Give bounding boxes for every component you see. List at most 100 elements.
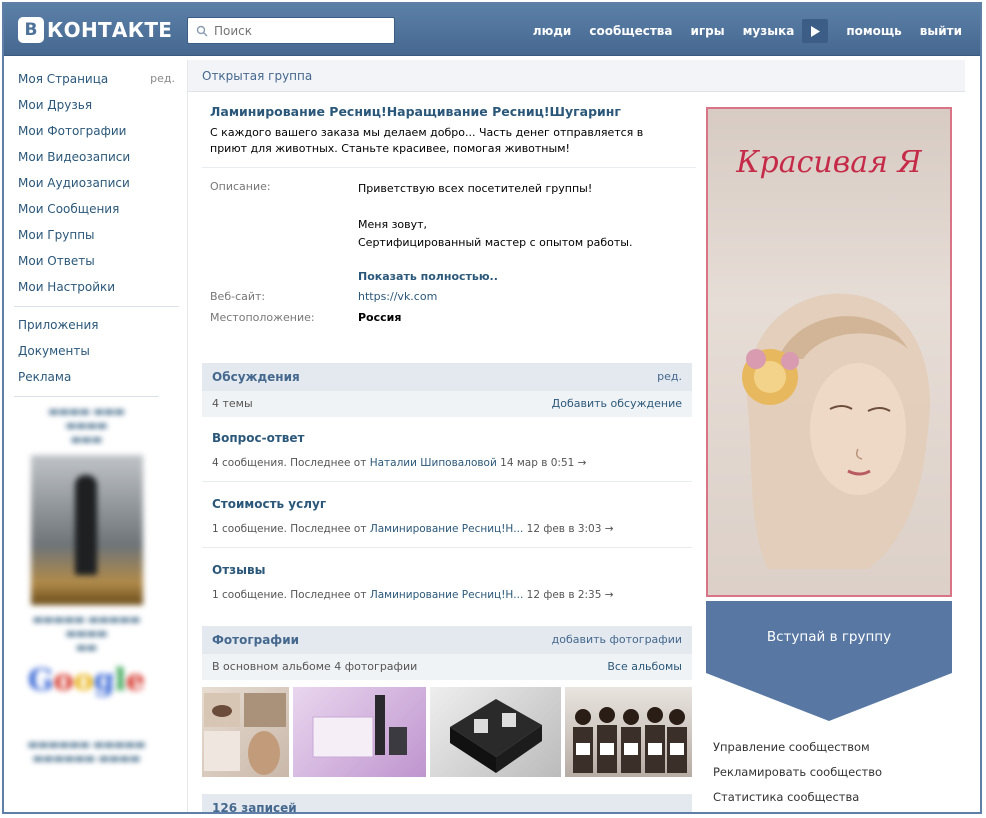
promote-community-link[interactable]: Рекламировать сообщество — [713, 765, 953, 779]
photos-title[interactable]: Фотографии — [212, 633, 299, 647]
topic-author-link[interactable]: Ламинирование Ресниц!Н... — [370, 523, 523, 535]
ad-title-blurred[interactable]: ▬▬▬▬ ▬▬▬ ▬▬▬▬ ▬▬▬ — [14, 405, 159, 447]
website-row: Веб-сайт: https://vk.com — [210, 290, 696, 303]
topic-item[interactable]: Отзывы 1 сообщение. Последнее от Ламинир… — [212, 563, 692, 601]
sidebar-item-apps[interactable]: Приложения — [14, 312, 179, 338]
discussions-count: 4 темы — [212, 397, 253, 410]
top-header: В КОНТАКТЕ люди сообщества игры музыка п… — [4, 4, 980, 56]
topic-meta: 1 сообщение. Последнее от Ламинирование … — [212, 589, 614, 601]
main-content: Открытая группа Ламинирование Ресниц!Нар… — [187, 60, 965, 812]
join-group-button[interactable]: Вступай в группу — [706, 601, 952, 721]
sidebar-item-ads[interactable]: Реклама — [14, 364, 179, 390]
vk-logo[interactable]: В КОНТАКТЕ — [18, 17, 172, 43]
description-line: Меня зовут, — [358, 218, 428, 231]
discussions-subheader: 4 темы Добавить обсуждение — [202, 391, 692, 417]
photos-header[interactable]: Фотографии добавить фотографии — [202, 626, 692, 654]
show-more-link[interactable]: Показать полностью.. — [358, 268, 632, 286]
website-link[interactable]: https://vk.com — [358, 290, 437, 303]
topic-title[interactable]: Отзывы — [212, 563, 692, 577]
sidebar-item-answers[interactable]: Мои Ответы — [14, 248, 179, 274]
manage-community-link[interactable]: Управление сообществом — [713, 740, 953, 754]
photo-thumbnail[interactable] — [565, 687, 692, 777]
sidebar-item-videos[interactable]: Мои Видеозаписи — [14, 144, 179, 170]
avatar-illustration — [742, 293, 930, 569]
description-line: Приветствую всех посетителей группы! — [358, 182, 593, 195]
sidebar-item-documents[interactable]: Документы — [14, 338, 179, 364]
photo-thumbnail[interactable] — [293, 687, 427, 777]
search-icon — [196, 25, 208, 36]
nav-music[interactable]: музыка — [743, 24, 795, 38]
location-row: Местоположение: Россия — [210, 311, 696, 324]
photo-thumbnail[interactable] — [202, 687, 290, 777]
browser-frame: В КОНТАКТЕ люди сообщества игры музыка п… — [2, 2, 982, 814]
topic-meta: 1 сообщение. Последнее от Ламинирование … — [212, 523, 614, 535]
discussions-edit-link[interactable]: ред. — [657, 363, 682, 391]
sidebar-item-groups[interactable]: Мои Группы — [14, 222, 179, 248]
topic-item[interactable]: Вопрос-ответ 4 сообщения. Последнее от Н… — [212, 431, 692, 469]
logo-text: КОНТАКТЕ — [47, 18, 173, 42]
discussions-header[interactable]: Обсуждения ред. — [202, 363, 692, 391]
add-discussion-link[interactable]: Добавить обсуждение — [552, 391, 682, 417]
topic-title[interactable]: Стоимость услуг — [212, 497, 692, 511]
play-icon[interactable] — [802, 19, 829, 43]
ad-image-blurred[interactable] — [30, 455, 143, 605]
add-photos-link[interactable]: добавить фотографии — [552, 626, 682, 654]
search-input[interactable] — [214, 23, 384, 38]
top-nav: люди сообщества игры музыка помощь выйти — [515, 19, 980, 43]
topic-author-link[interactable]: Ламинирование Ресниц!Н... — [370, 589, 523, 601]
topic-divider — [202, 547, 692, 548]
topic-meta: 4 сообщения. Последнее от Наталии Шипова… — [212, 457, 587, 469]
logo-mark: В — [18, 17, 44, 43]
sidebar-item-friends[interactable]: Мои Друзья — [14, 92, 179, 118]
topic-title[interactable]: Вопрос-ответ — [212, 431, 692, 445]
description-row: Описание: Приветствую всех посетителей г… — [210, 180, 696, 286]
sidebar-divider — [14, 306, 179, 307]
join-button-label[interactable]: Вступай в группу — [706, 629, 952, 645]
group-status: С каждого вашего заказа мы делаем добро.… — [210, 126, 644, 155]
ad-title-blurred-3[interactable]: ▬▬▬▬▬▬ ▬▬▬▬▬ ▬▬▬▬▬▬ ▬▬▬▬ — [14, 738, 159, 766]
search-box[interactable] — [187, 17, 395, 44]
sidebar-item-photos[interactable]: Мои Фотографии — [14, 118, 179, 144]
sidebar-item-settings[interactable]: Мои Настройки — [14, 274, 179, 300]
community-stats-link[interactable]: Статистика сообщества — [713, 790, 953, 804]
info-divider — [202, 167, 696, 168]
description-line: Сертифицированный мастер с опытом работы… — [358, 236, 633, 249]
topic-item[interactable]: Стоимость услуг 1 сообщение. Последнее о… — [212, 497, 692, 535]
ad-title-blurred-2[interactable]: ▬▬▬▬▬ ▬▬▬▬▬ ▬▬▬▬ ▬▬ — [14, 613, 159, 655]
photo-thumbnail[interactable] — [430, 687, 562, 777]
album-info: В основном альбоме 4 фотографии — [212, 660, 418, 673]
nav-logout[interactable]: выйти — [920, 24, 962, 38]
group-avatar[interactable]: Красивая Я — [706, 107, 952, 597]
all-albums-link[interactable]: Все альбомы — [607, 654, 682, 680]
breadcrumb: Открытая группа — [188, 60, 965, 92]
topic-date: 12 фев в 2:35 — [526, 589, 602, 601]
topic-divider — [202, 481, 692, 482]
nav-communities[interactable]: сообщества — [589, 24, 672, 38]
sidebar-item-my-page[interactable]: Моя Страница ред. — [14, 66, 179, 92]
discussions-title[interactable]: Обсуждения — [212, 370, 300, 384]
sidebar-item-label: Моя Страница — [18, 72, 109, 86]
ads-column: ▬▬▬▬ ▬▬▬ ▬▬▬▬ ▬▬▬ ▬▬▬▬▬ ▬▬▬▬▬ ▬▬▬▬ ▬▬ Google… — [14, 396, 159, 812]
arrow-icon[interactable]: → — [578, 457, 587, 469]
sidebar-item-messages[interactable]: Мои Сообщения — [14, 196, 179, 222]
website-label: Веб-сайт: — [210, 290, 266, 303]
topic-author-link[interactable]: Наталии Шиповаловой — [370, 457, 497, 469]
sidebar-item-audio[interactable]: Мои Аудиозаписи — [14, 170, 179, 196]
arrow-icon[interactable]: → — [605, 523, 614, 535]
nav-people[interactable]: люди — [533, 24, 572, 38]
ads-divider — [14, 396, 159, 397]
description-label: Описание: — [210, 180, 271, 193]
location-value: Россия — [358, 311, 402, 324]
arrow-icon[interactable]: → — [605, 589, 614, 601]
nav-games[interactable]: игры — [691, 24, 725, 38]
topic-date: 12 фев в 3:03 — [526, 523, 602, 535]
left-menu: Моя Страница ред. Мои Друзья Мои Фотогра… — [14, 66, 179, 390]
nav-help[interactable]: помощь — [846, 24, 901, 38]
group-title: Ламинирование Ресниц!Наращивание Ресниц!… — [210, 104, 621, 119]
sidebar-edit-link[interactable]: ред. — [150, 66, 175, 92]
wall-count[interactable]: 126 записей — [212, 801, 297, 812]
ad-logo-blurred[interactable]: Google — [14, 663, 159, 698]
wall-header[interactable]: 126 записей — [202, 794, 692, 812]
description-value: Приветствую всех посетителей группы! Мен… — [358, 180, 632, 286]
photo-strip — [202, 687, 692, 777]
